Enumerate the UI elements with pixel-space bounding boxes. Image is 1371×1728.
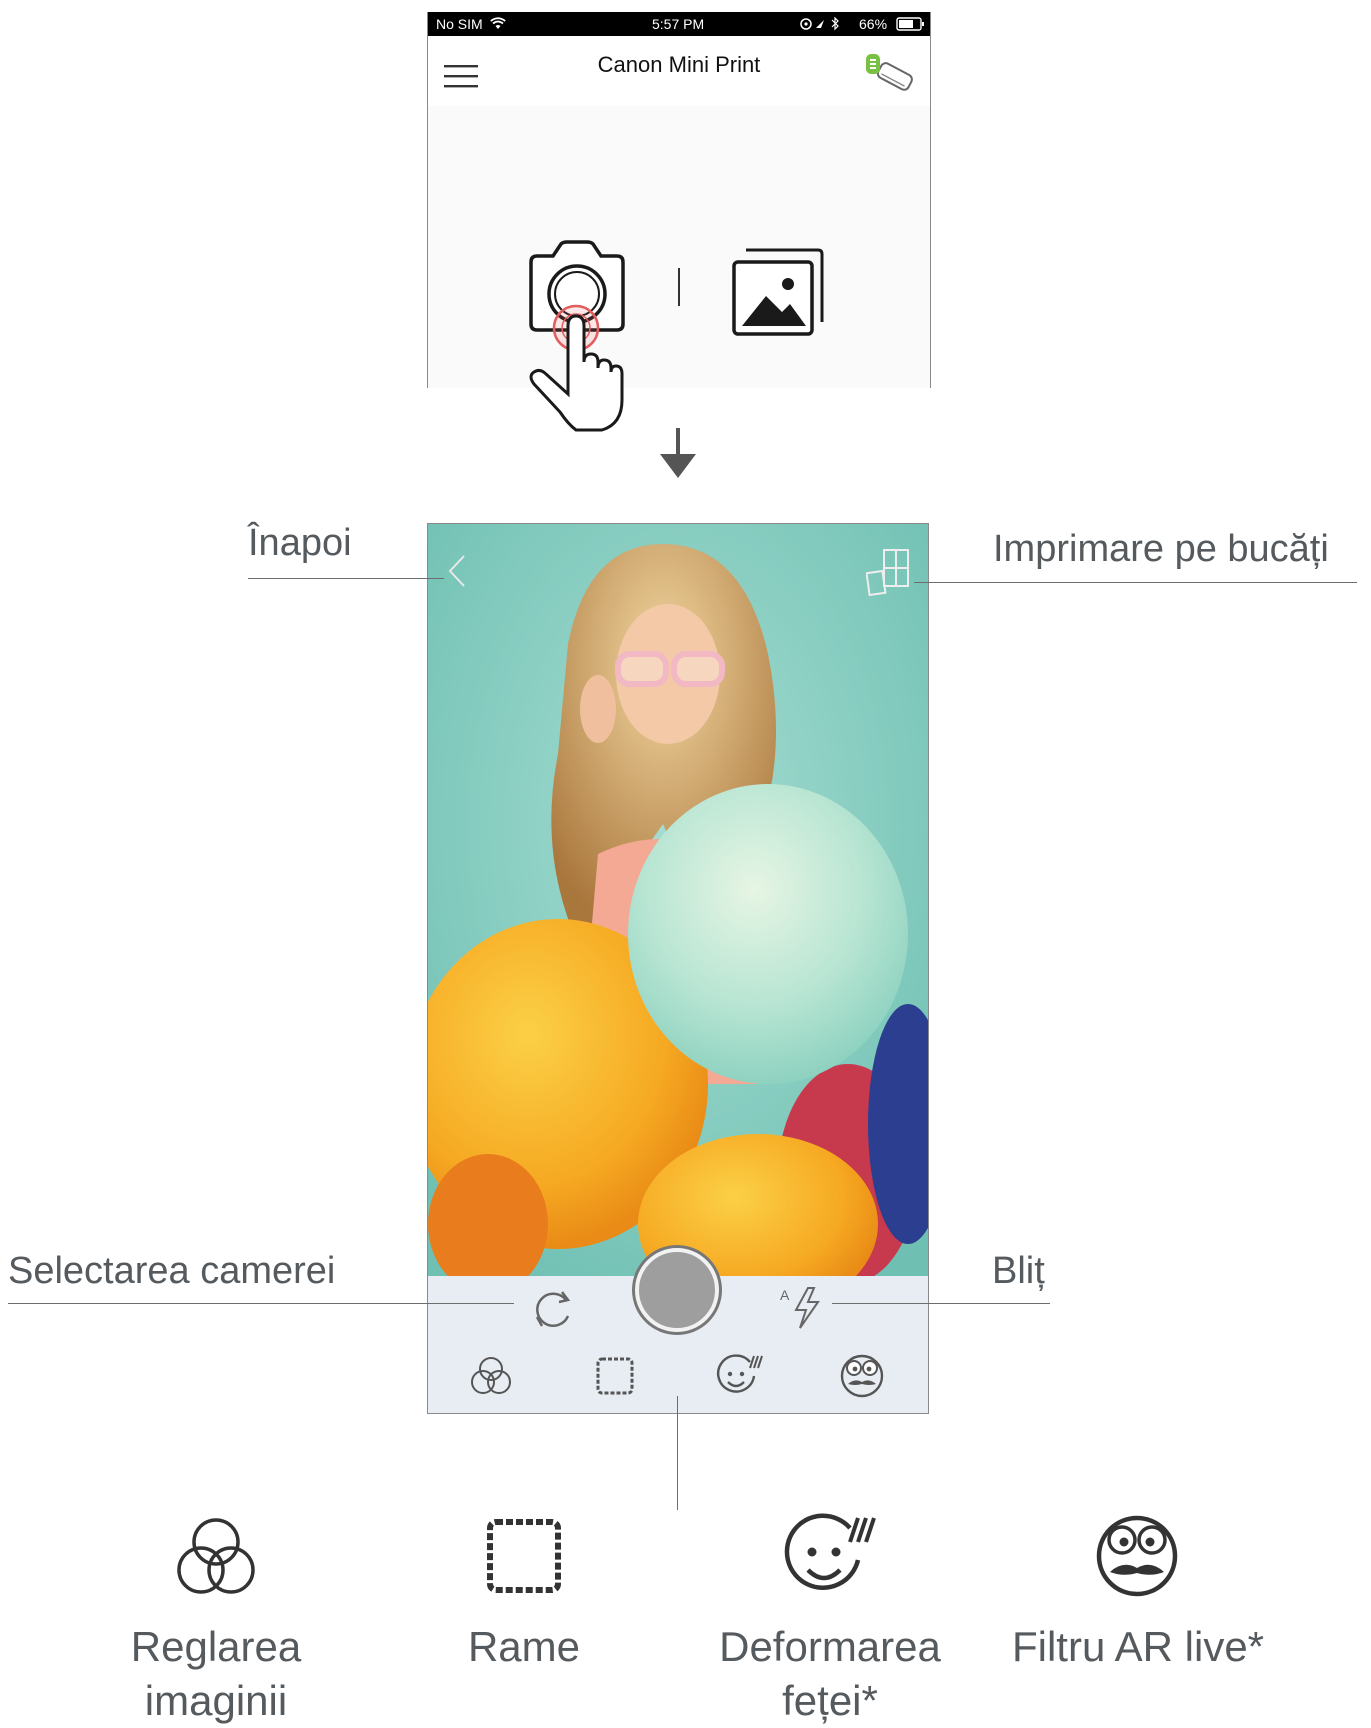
preview-image bbox=[428, 524, 928, 1276]
callout-back-label: Înapoi bbox=[248, 522, 352, 564]
feature-label-adjust: Reglarea imaginii bbox=[130, 1623, 302, 1724]
hand-tap-icon bbox=[529, 304, 624, 432]
feature-label-frames: Rame bbox=[467, 1623, 581, 1670]
frame-icon[interactable] bbox=[594, 1356, 636, 1396]
feature-label-face-warp: Deformarea feței* bbox=[719, 1623, 941, 1724]
camera-preview bbox=[428, 524, 928, 1276]
clock-label: 5:57 PM bbox=[652, 16, 705, 32]
ar-filter-icon bbox=[1096, 1515, 1178, 1597]
tile-print-icon[interactable] bbox=[866, 546, 910, 598]
adjust-icon[interactable] bbox=[468, 1354, 514, 1398]
wifi-icon bbox=[490, 17, 506, 29]
switch-camera-icon[interactable] bbox=[528, 1286, 578, 1332]
status-indicators-icon bbox=[800, 17, 839, 31]
shutter-button[interactable] bbox=[635, 1248, 719, 1332]
battery-icon bbox=[896, 17, 924, 31]
callout-flash-line bbox=[832, 1303, 1050, 1304]
callout-back-line bbox=[248, 578, 444, 579]
adjust-icon bbox=[177, 1518, 255, 1594]
feature-label-ar-filter: Filtru AR live* bbox=[1011, 1623, 1265, 1670]
face-warp-icon bbox=[784, 1513, 876, 1590]
callout-features-line bbox=[677, 1396, 678, 1510]
face-warp-icon[interactable] bbox=[714, 1352, 764, 1398]
frame-icon bbox=[487, 1519, 561, 1593]
flash-auto-icon[interactable]: A bbox=[780, 1284, 824, 1332]
battery-percent: 66% bbox=[859, 16, 888, 32]
divider bbox=[678, 268, 680, 306]
callout-flash-label: Bliț bbox=[992, 1250, 1045, 1292]
callout-tile-line bbox=[914, 582, 1357, 583]
app-title: Canon Mini Print bbox=[597, 52, 761, 77]
callout-camera-select-line bbox=[8, 1303, 514, 1304]
home-screen: No SIM 5:57 PM 66% Canon Mini Print bbox=[427, 12, 931, 388]
arrow-down-icon bbox=[660, 428, 696, 478]
svg-text:A: A bbox=[780, 1287, 790, 1303]
carrier-label: No SIM bbox=[436, 16, 483, 32]
status-bar: No SIM 5:57 PM 66% bbox=[428, 12, 930, 36]
back-chevron-icon[interactable] bbox=[446, 554, 468, 588]
callout-camera-select-label: Selectarea camerei bbox=[8, 1250, 336, 1292]
gallery-icon[interactable] bbox=[730, 244, 828, 340]
ar-filter-icon[interactable] bbox=[838, 1352, 886, 1398]
callout-tile-label: Imprimare pe bucăți bbox=[993, 528, 1329, 570]
